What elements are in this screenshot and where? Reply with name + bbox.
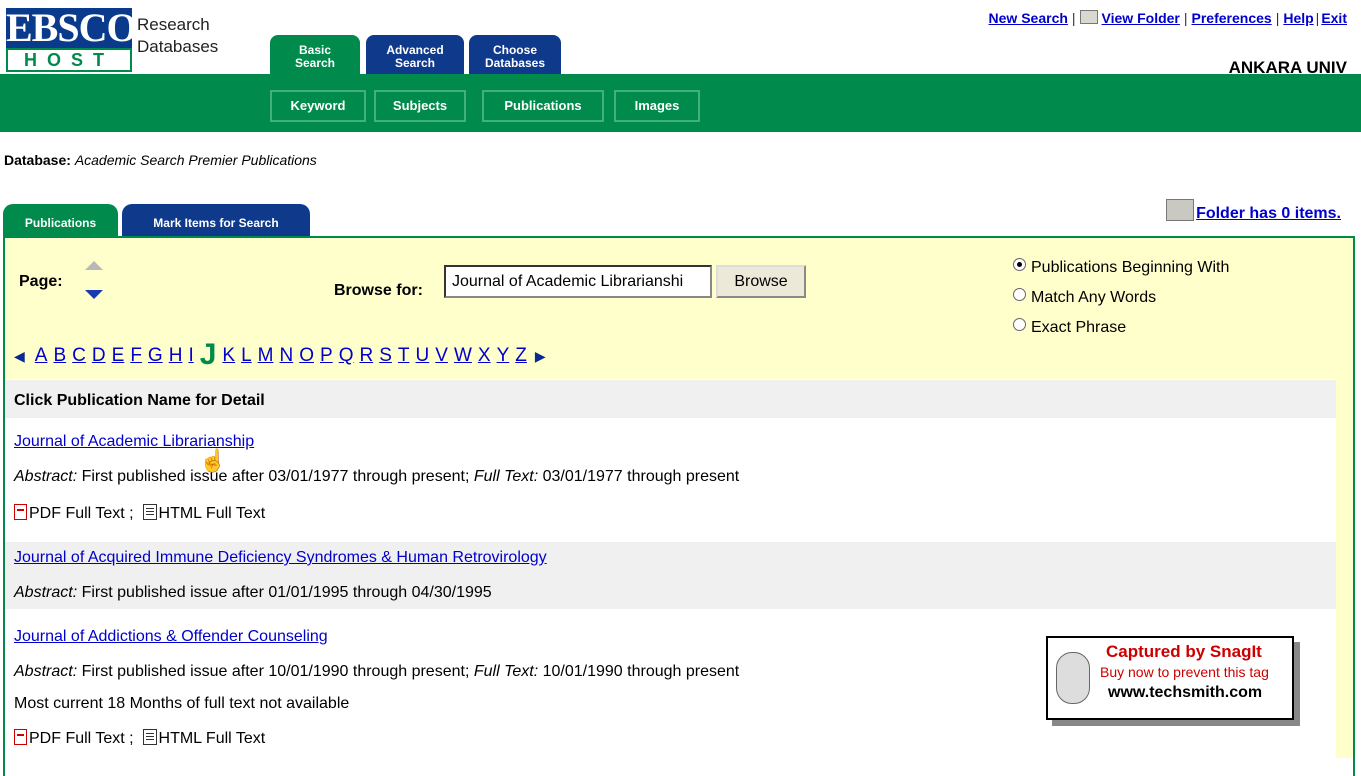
result-title-link[interactable]: Journal of Addictions & Offender Counsel… bbox=[14, 628, 328, 645]
pdf-icon bbox=[14, 504, 27, 520]
logo-caption-line1: Research bbox=[137, 15, 210, 34]
letter-link-n[interactable]: N bbox=[280, 345, 294, 366]
letter-link-f[interactable]: F bbox=[130, 345, 142, 366]
top-links: New Search | View Folder | Preferences | Help |… bbox=[988, 10, 1347, 26]
page-down-arrow-icon[interactable] bbox=[85, 290, 103, 299]
letter-link-h[interactable]: H bbox=[169, 345, 183, 366]
browse-for-label: Browse for: bbox=[334, 282, 423, 299]
snagit-line3: www.techsmith.com bbox=[1108, 684, 1263, 701]
option-exact-phrase[interactable]: Exact Phrase bbox=[1013, 318, 1126, 337]
next-letter-icon[interactable]: ▶ bbox=[535, 348, 546, 364]
tab-basic-search[interactable]: Basic Search bbox=[270, 35, 360, 75]
database-name: Academic Search Premier Publications bbox=[74, 152, 317, 168]
letter-link-z[interactable]: Z bbox=[515, 345, 527, 366]
letter-link-l[interactable]: L bbox=[241, 345, 252, 366]
logo-ebsco-text: EBSCO bbox=[6, 5, 138, 50]
letter-link-q[interactable]: Q bbox=[339, 345, 354, 366]
result-abstract: Abstract: First published issue after 03… bbox=[14, 468, 740, 485]
database-line: Database: Academic Search Premier Public… bbox=[4, 152, 317, 168]
current-letter: J bbox=[199, 338, 217, 371]
folder-icon bbox=[1079, 10, 1098, 24]
database-label: Database: bbox=[4, 152, 71, 168]
results-header: Click Publication Name for Detail bbox=[14, 392, 265, 409]
letter-link-o[interactable]: O bbox=[299, 345, 314, 366]
view-folder-link[interactable]: View Folder bbox=[1102, 10, 1180, 26]
result-title-link[interactable]: Journal of Acquired Immune Deficiency Sy… bbox=[14, 549, 547, 566]
tab-advanced-search[interactable]: Advanced Search bbox=[366, 35, 464, 75]
letter-link-e[interactable]: E bbox=[112, 345, 125, 366]
letter-link-m[interactable]: M bbox=[258, 345, 274, 366]
letter-link-u[interactable]: U bbox=[416, 345, 430, 366]
letter-link-g[interactable]: G bbox=[148, 345, 163, 366]
letter-link-b[interactable]: B bbox=[53, 345, 66, 366]
letter-link-d[interactable]: D bbox=[92, 345, 106, 366]
result-formats[interactable]: PDF Full Text ; HTML Full Text bbox=[14, 504, 265, 523]
logo-caption: Research Databases bbox=[137, 14, 218, 58]
browse-button[interactable]: Browse bbox=[716, 265, 806, 298]
letter-link-r[interactable]: R bbox=[359, 345, 373, 366]
right-scroll-strip bbox=[1336, 238, 1353, 758]
ebsco-host-logo: EBSCO HOST bbox=[6, 5, 138, 72]
snagit-line2: Buy now to prevent this tag bbox=[1100, 664, 1269, 680]
letter-link-t[interactable]: T bbox=[398, 345, 410, 366]
radio-selected-icon[interactable] bbox=[1013, 258, 1026, 271]
result-abstract: Abstract: First published issue after 01… bbox=[14, 584, 492, 601]
letter-link-x[interactable]: X bbox=[478, 345, 491, 366]
result-note: Most current 18 Months of full text not … bbox=[14, 695, 350, 712]
letter-link-v[interactable]: V bbox=[435, 345, 448, 366]
letter-link-i[interactable]: I bbox=[188, 345, 193, 366]
option-publications-beginning-with[interactable]: Publications Beginning With bbox=[1013, 258, 1229, 277]
folder-icon bbox=[1166, 199, 1195, 221]
letter-link-s[interactable]: S bbox=[379, 345, 392, 366]
alphabet-nav: ◀ A B C D E F G H I J K L M N O P Q R S T U V W X Y Z ▶ bbox=[14, 338, 556, 372]
page-up-arrow-icon[interactable] bbox=[85, 261, 103, 270]
subtab-subjects[interactable]: Subjects bbox=[374, 90, 466, 122]
logo-caption-line2: Databases bbox=[137, 37, 219, 56]
radio-icon[interactable] bbox=[1013, 288, 1026, 301]
subtab-keyword[interactable]: Keyword bbox=[270, 90, 366, 122]
letter-link-p[interactable]: P bbox=[320, 345, 333, 366]
folder-status: Folder has 0 items. bbox=[1166, 199, 1341, 223]
new-search-link[interactable]: New Search bbox=[989, 10, 1068, 26]
logo-host-text: HOST bbox=[6, 48, 132, 72]
result-title: Journal of Acquired Immune Deficiency Sy… bbox=[14, 549, 547, 567]
snagit-watermark: Captured by SnagIt Buy now to prevent th… bbox=[1046, 636, 1294, 720]
preferences-link[interactable]: Preferences bbox=[1192, 10, 1272, 26]
pdf-icon bbox=[14, 729, 27, 745]
tab-mark-items-for-search[interactable]: Mark Items for Search bbox=[122, 204, 310, 237]
radio-icon[interactable] bbox=[1013, 318, 1026, 331]
previous-letter-icon[interactable]: ◀ bbox=[14, 348, 25, 364]
subtab-images[interactable]: Images bbox=[614, 90, 700, 122]
page-label: Page: bbox=[19, 273, 63, 290]
exit-link[interactable]: Exit bbox=[1321, 10, 1347, 26]
help-link[interactable]: Help bbox=[1283, 10, 1313, 26]
folder-status-link[interactable]: Folder has 0 items. bbox=[1196, 205, 1341, 222]
snagit-mascot-icon bbox=[1056, 652, 1090, 704]
tab-publications[interactable]: Publications bbox=[3, 204, 118, 237]
option-match-any-words[interactable]: Match Any Words bbox=[1013, 288, 1156, 307]
result-title: Journal of Addictions & Offender Counsel… bbox=[14, 628, 328, 646]
letter-link-a[interactable]: A bbox=[35, 345, 48, 366]
letter-link-c[interactable]: C bbox=[72, 345, 86, 366]
result-formats[interactable]: PDF Full Text ; HTML Full Text bbox=[14, 729, 265, 748]
tab-choose-databases[interactable]: Choose Databases bbox=[469, 35, 561, 75]
letter-link-k[interactable]: K bbox=[222, 345, 235, 366]
html-document-icon bbox=[142, 729, 157, 745]
letter-link-w[interactable]: W bbox=[454, 345, 472, 366]
result-abstract: Abstract: First published issue after 10… bbox=[14, 663, 740, 680]
letter-link-y[interactable]: Y bbox=[497, 345, 510, 366]
html-document-icon bbox=[142, 504, 157, 520]
browse-input[interactable] bbox=[444, 265, 712, 298]
subtab-publications[interactable]: Publications bbox=[482, 90, 604, 122]
snagit-line1: Captured by SnagIt bbox=[1106, 642, 1262, 661]
